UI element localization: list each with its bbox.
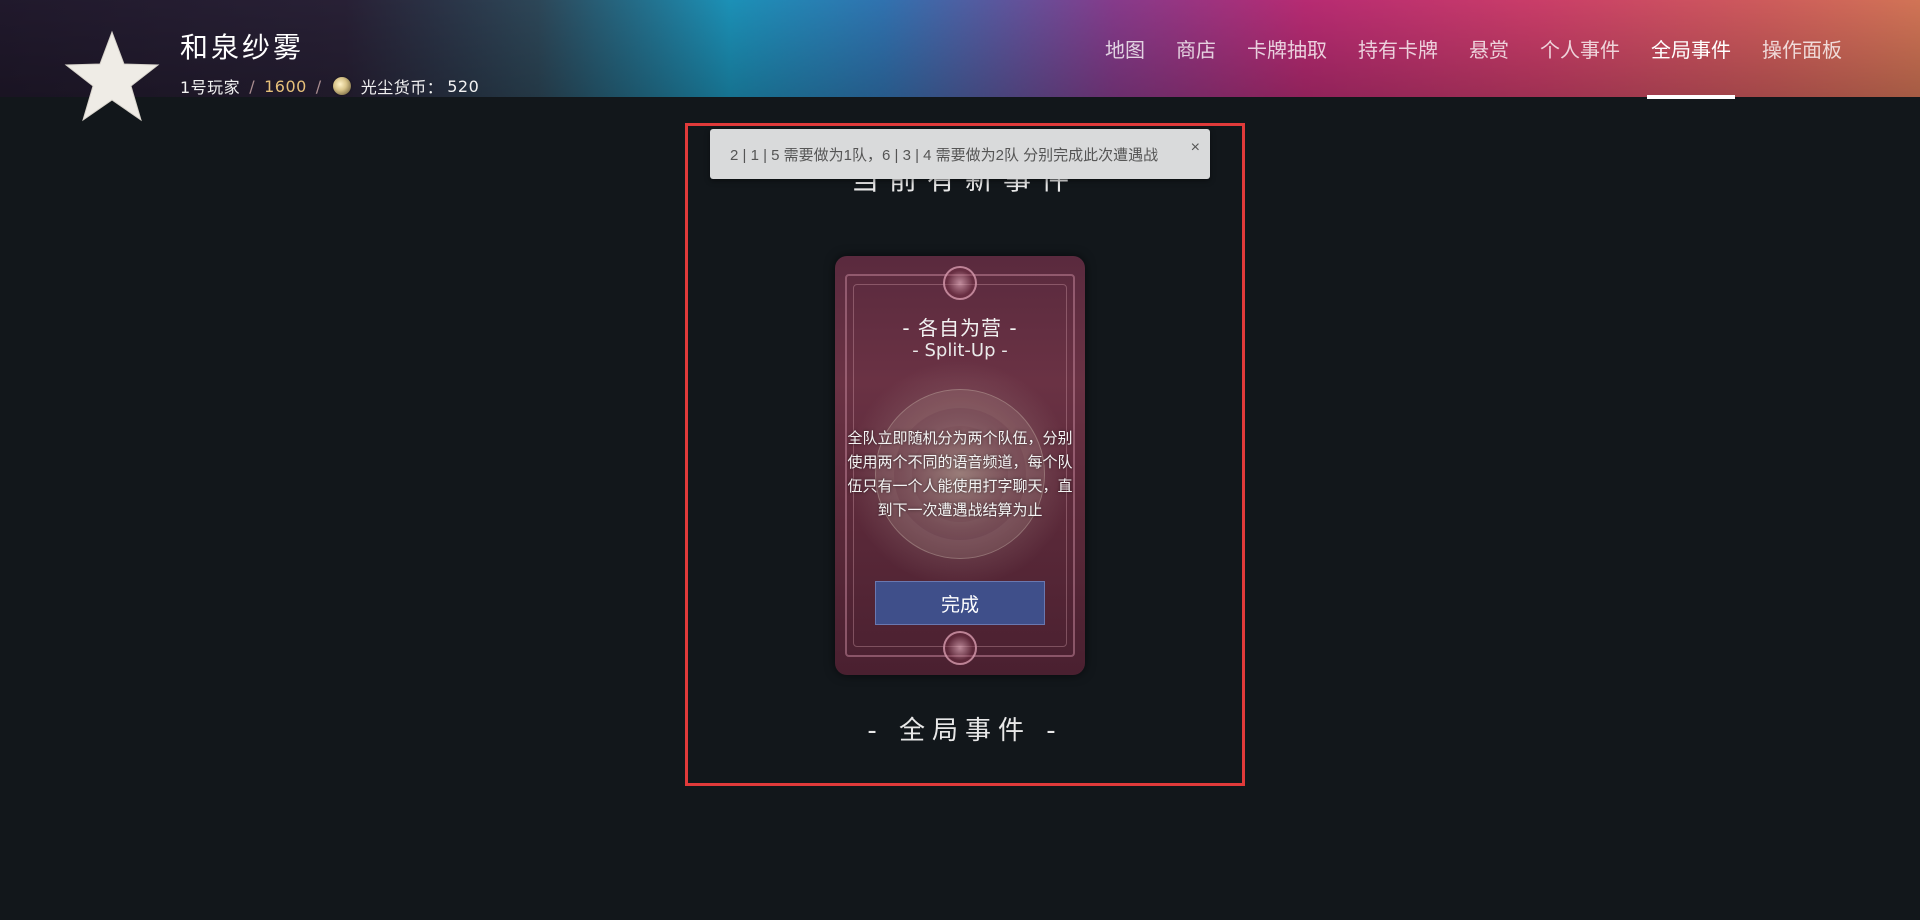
player-label: 1号玩家 [180, 78, 241, 97]
coin-icon [332, 77, 351, 95]
close-icon[interactable]: × [1191, 139, 1200, 157]
nav-bounty[interactable]: 悬赏 [1469, 34, 1509, 98]
currency-label: 光尘货币： [360, 78, 444, 97]
nav-control-panel[interactable]: 操作面板 [1762, 34, 1842, 98]
separator: / [315, 76, 322, 96]
nav-card-draw[interactable]: 卡牌抽取 [1247, 34, 1327, 98]
currency-value: 520 [447, 76, 480, 96]
separator: / [249, 76, 256, 96]
card-subtitle: - Split-Up - [912, 340, 1008, 361]
user-info: 和泉纱雾 1号玩家 / 1600 / 光尘货币： 520 [180, 26, 479, 98]
card-description: 全队立即随机分为两个队伍，分别使用两个不同的语音频道，每个队伍只有一个人能使用打… [847, 429, 1073, 519]
complete-button[interactable]: 完成 [875, 581, 1045, 625]
nav-shop[interactable]: 商店 [1176, 34, 1216, 98]
card-title: - 各自为营 - [902, 316, 1018, 340]
score-value: 1600 [264, 76, 307, 96]
nav-owned-cards[interactable]: 持有卡牌 [1358, 34, 1438, 98]
card-ornament-icon [943, 266, 977, 300]
nav-global-events[interactable]: 全局事件 [1647, 34, 1735, 99]
main-nav: 地图 商店 卡牌抽取 持有卡牌 悬赏 个人事件 全局事件 操作面板 [1074, 34, 1842, 99]
event-card: - 各自为营 - - Split-Up - 全队立即随机分为两个队伍，分别使用两… [835, 256, 1085, 675]
card-ornament-icon [943, 631, 977, 665]
event-footer-label: - 全局事件 - [867, 716, 1063, 746]
user-name: 和泉纱雾 [180, 31, 305, 64]
nav-personal-events[interactable]: 个人事件 [1540, 34, 1620, 98]
toast-message: 2 | 1 | 5 需要做为1队，6 | 3 | 4 需要做为2队 分别完成此次… [730, 146, 1159, 164]
user-stats: 1号玩家 / 1600 / 光尘货币： 520 [180, 74, 479, 98]
nav-map[interactable]: 地图 [1105, 34, 1145, 98]
star-logo-icon [62, 28, 162, 124]
notification-toast: 2 | 1 | 5 需要做为1队，6 | 3 | 4 需要做为2队 分别完成此次… [710, 129, 1210, 179]
